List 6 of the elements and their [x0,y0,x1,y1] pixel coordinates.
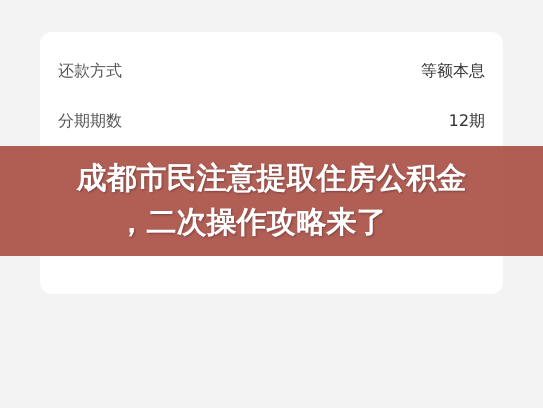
detail-label: 还款方式 [58,60,122,82]
detail-label: 分期期数 [58,110,122,132]
detail-value: 12期 [448,110,485,132]
detail-value: 等额本息 [421,60,485,82]
headline-text: ，二次操作攻略来了 [116,204,388,242]
headline-text: 成都市民注意提取住房公积金 [76,160,466,198]
